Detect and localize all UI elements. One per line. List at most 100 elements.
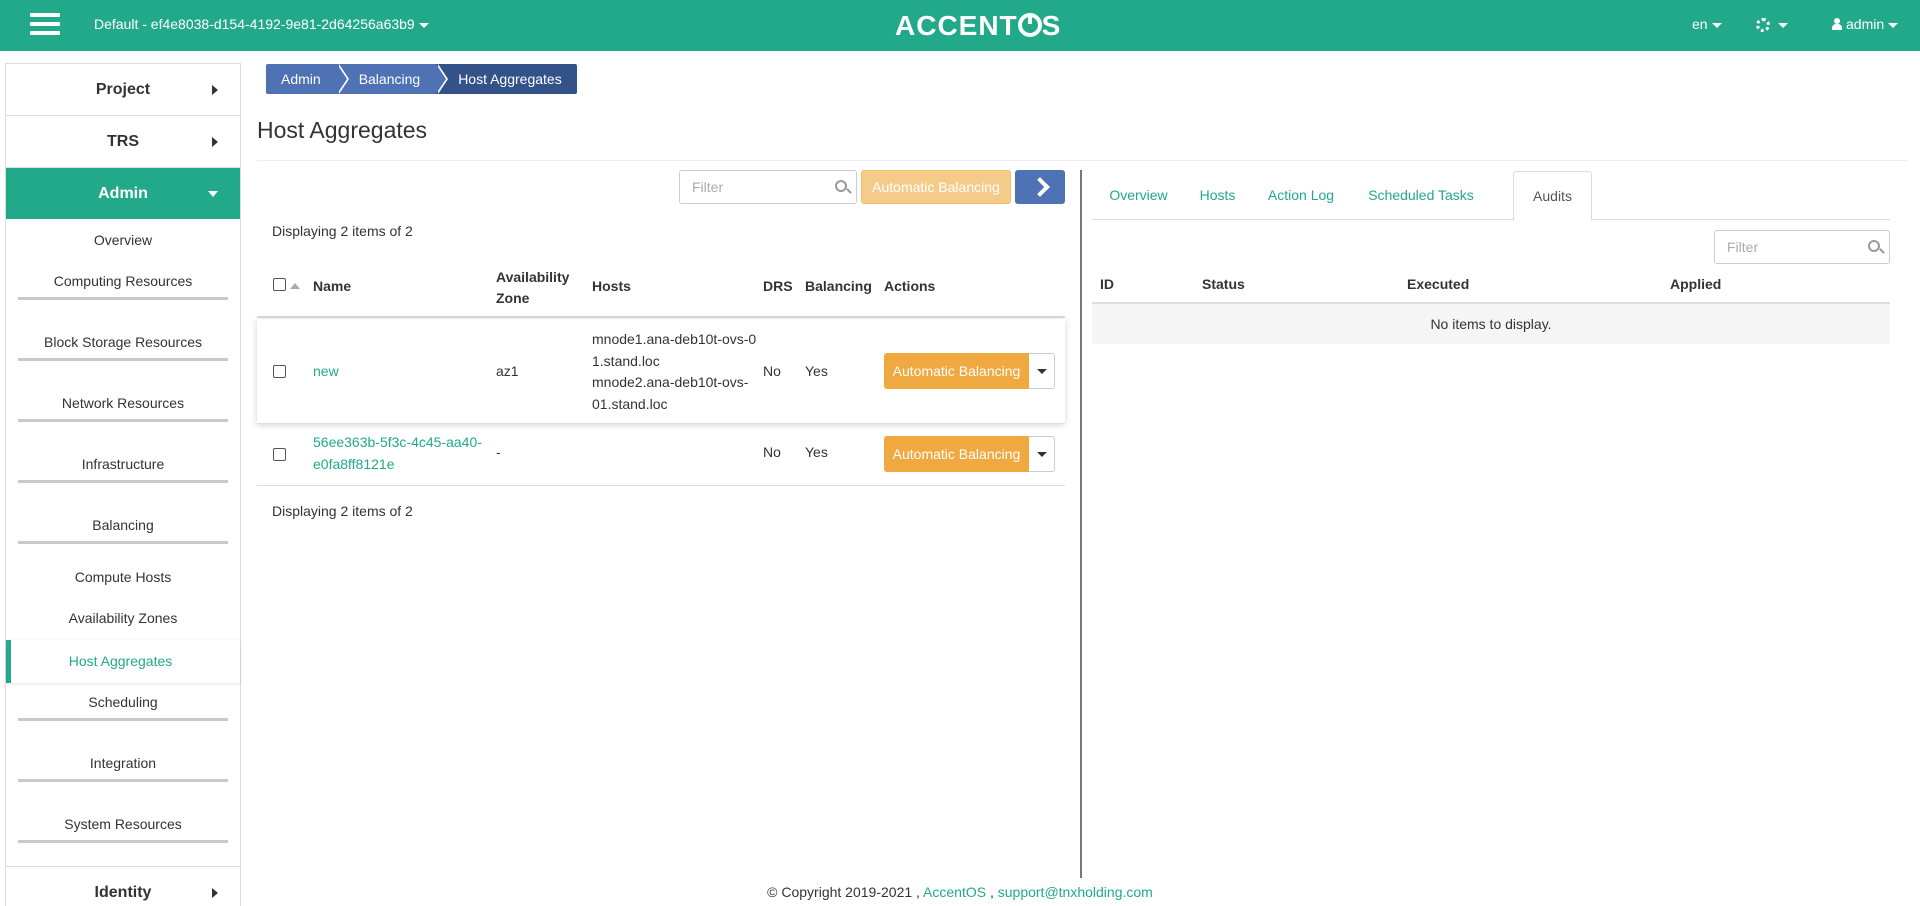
- name-line: e0fa8ff8121e: [313, 455, 395, 472]
- section-underline: [18, 779, 228, 782]
- sidebar-item-label: TRS: [107, 133, 139, 150]
- table-row: new az1 mnode1.ana-deb10t-ovs-0 1.stand.…: [257, 319, 1065, 424]
- accentos-logo: ACCENT S: [895, 10, 1062, 41]
- column-balancing[interactable]: Balancing: [805, 278, 872, 294]
- aggregate-name-link[interactable]: new: [313, 363, 339, 379]
- column-executed[interactable]: Executed: [1407, 276, 1469, 292]
- breadcrumb-balancing[interactable]: Balancing: [336, 64, 448, 94]
- sidebar-item-overview[interactable]: Overview: [6, 219, 240, 267]
- select-all: [273, 278, 300, 294]
- tab-hosts[interactable]: Hosts: [1185, 171, 1250, 220]
- sidebar-item-label: Block Storage Resources: [44, 334, 202, 350]
- divider: [257, 160, 1907, 161]
- automatic-balancing-button[interactable]: Automatic Balancing: [861, 170, 1011, 204]
- sidebar-item-availability-zones[interactable]: Availability Zones: [6, 598, 240, 640]
- theme-selector[interactable]: [1756, 16, 1788, 33]
- section-underline: [18, 718, 228, 721]
- sidebar-item-label: Integration: [89, 755, 157, 771]
- chevron-right-icon: [212, 137, 218, 147]
- items-count: Displaying 2 items of 2: [272, 503, 413, 519]
- sidebar-item-label: Host Aggregates: [68, 653, 173, 669]
- column-hosts[interactable]: Hosts: [592, 278, 631, 294]
- host-aggregates-panel: Automatic Balancing Displaying 2 items o…: [257, 168, 1065, 878]
- balancing-value: Yes: [805, 363, 828, 379]
- breadcrumb: Admin Balancing Host Aggregates: [266, 64, 577, 94]
- sidebar-item-integration[interactable]: Integration: [6, 744, 240, 805]
- gear-icon: [1756, 18, 1770, 33]
- sort-asc-icon[interactable]: [290, 283, 300, 289]
- tab-overview[interactable]: Overview: [1092, 171, 1185, 220]
- drs-value: No: [763, 444, 781, 460]
- menu-toggle-icon[interactable]: [30, 13, 60, 37]
- section-underline: [18, 297, 228, 300]
- search-icon[interactable]: [835, 180, 847, 192]
- audits-filter-input[interactable]: [1715, 231, 1889, 263]
- drs-value: No: [763, 363, 781, 379]
- top-navbar: Default - ef4e8038-d154-4192-9e81-2d6425…: [0, 0, 1920, 51]
- more-actions-caret-icon[interactable]: [1029, 436, 1055, 472]
- section-underline: [18, 419, 228, 422]
- user-menu[interactable]: admin: [1832, 16, 1899, 32]
- page-title: Host Aggregates: [257, 117, 428, 143]
- column-label-line: Zone: [496, 290, 530, 306]
- sidebar-item-project[interactable]: Project: [6, 63, 240, 115]
- accentos-link[interactable]: AccentOS: [923, 884, 986, 900]
- column-applied[interactable]: Applied: [1670, 276, 1721, 292]
- tab-scheduled-tasks[interactable]: Scheduled Tasks: [1352, 171, 1490, 220]
- row-actions: Automatic Balancing: [884, 353, 1056, 389]
- row-actions: Automatic Balancing: [884, 436, 1056, 472]
- empty-message: No items to display.: [1092, 304, 1890, 344]
- tab-action-log[interactable]: Action Log: [1250, 171, 1352, 220]
- chevron-down-icon: [1888, 22, 1899, 28]
- name-line: 56ee363b-5f3c-4c45-aa40-: [313, 434, 482, 450]
- sidebar-item-scheduling[interactable]: Scheduling: [6, 683, 240, 744]
- sidebar-item-balancing[interactable]: Balancing: [6, 511, 240, 556]
- support-email-link[interactable]: support@tnxholding.com: [998, 884, 1153, 900]
- row-checkbox[interactable]: [273, 365, 286, 378]
- next-arrow-button[interactable]: [1015, 170, 1065, 204]
- sidebar-item-computing-resources[interactable]: Computing Resources: [6, 267, 240, 328]
- chevron-right-icon: [212, 85, 218, 95]
- sidebar-item-block-storage[interactable]: Block Storage Resources: [6, 328, 240, 389]
- column-status[interactable]: Status: [1202, 276, 1245, 292]
- column-name[interactable]: Name: [313, 278, 351, 294]
- tab-audits[interactable]: Audits: [1513, 171, 1592, 221]
- host-line: mnode2.ana-deb10t-ovs-: [592, 374, 749, 390]
- language-selector[interactable]: en: [1692, 16, 1722, 32]
- select-all-checkbox[interactable]: [273, 278, 286, 291]
- more-actions-caret-icon[interactable]: [1029, 353, 1055, 389]
- availability-zone-value: az1: [496, 363, 519, 379]
- power-logo-icon: [1017, 13, 1042, 37]
- breadcrumb-admin[interactable]: Admin: [266, 64, 349, 94]
- panel-divider: [1080, 170, 1082, 878]
- column-availability-zone[interactable]: Availability Zone: [496, 267, 569, 309]
- column-id[interactable]: ID: [1100, 276, 1114, 292]
- search-icon[interactable]: [1868, 240, 1880, 252]
- breadcrumb-host-aggregates[interactable]: Host Aggregates: [436, 64, 577, 94]
- filter-input[interactable]: [680, 171, 856, 203]
- sidebar-item-trs[interactable]: TRS: [6, 115, 240, 167]
- column-actions: Actions: [884, 278, 936, 294]
- items-count: Displaying 2 items of 2: [272, 223, 413, 239]
- sidebar-item-compute-hosts[interactable]: Compute Hosts: [6, 556, 240, 598]
- aggregate-name-link[interactable]: 56ee363b-5f3c-4c45-aa40- e0fa8ff8121e: [313, 432, 482, 475]
- table-row: 56ee363b-5f3c-4c45-aa40- e0fa8ff8121e - …: [257, 424, 1065, 486]
- column-drs[interactable]: DRS: [763, 278, 793, 294]
- sidebar-item-label: Availability Zones: [68, 610, 178, 626]
- table-header: Name Availability Zone Hosts DRS Balanci…: [257, 264, 1065, 318]
- section-underline: [18, 358, 228, 361]
- sidebar-item-admin[interactable]: Admin: [6, 167, 240, 219]
- automatic-balancing-row-button[interactable]: Automatic Balancing: [884, 436, 1029, 472]
- sidebar-item-host-aggregates[interactable]: Host Aggregates: [6, 640, 240, 683]
- footer-separator: ,: [989, 884, 994, 900]
- project-selector[interactable]: Default - ef4e8038-d154-4192-9e81-2d6425…: [94, 16, 429, 32]
- host-line: mnode1.ana-deb10t-ovs-0: [592, 331, 757, 347]
- sidebar-item-infrastructure[interactable]: Infrastructure: [6, 450, 240, 511]
- sidebar-item-network-resources[interactable]: Network Resources: [6, 389, 240, 450]
- sidebar-item-label: Scheduling: [88, 694, 158, 710]
- sidebar-item-system-resources[interactable]: System Resources: [6, 805, 240, 866]
- sidebar-item-label: Overview: [93, 232, 153, 248]
- row-checkbox[interactable]: [273, 448, 286, 461]
- automatic-balancing-row-button[interactable]: Automatic Balancing: [884, 353, 1029, 389]
- audits-filter-box: [1714, 230, 1890, 264]
